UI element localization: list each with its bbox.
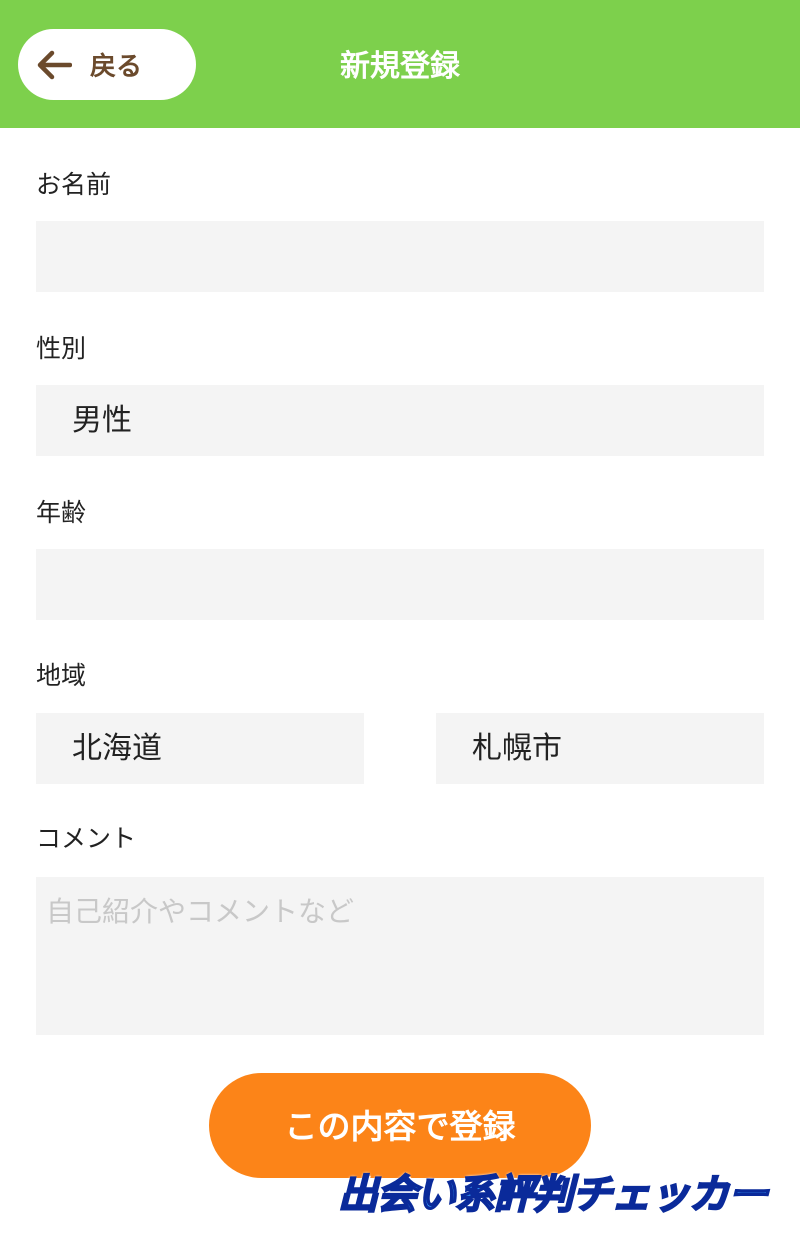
gender-select[interactable]: 男性 [36, 385, 764, 456]
city-select[interactable]: 札幌市 [436, 713, 764, 784]
comment-textarea[interactable]: 自己紹介やコメントなど [36, 877, 764, 1035]
page-title: 新規登録 [340, 49, 460, 84]
name-label: お名前 [36, 170, 112, 199]
comment-label: コメント [36, 824, 137, 853]
name-input[interactable] [36, 221, 764, 292]
prefecture-select[interactable]: 北海道 [36, 713, 364, 784]
app-header: 戻る 新規登録 [0, 0, 800, 128]
region-label: 地域 [36, 661, 87, 690]
comment-placeholder: 自己紹介やコメントなど [46, 895, 355, 928]
gender-label: 性別 [36, 334, 87, 363]
age-select[interactable] [36, 549, 764, 620]
age-label: 年齢 [36, 498, 87, 527]
watermark-logo: 出会い系評判チェッカー [337, 1171, 769, 1219]
